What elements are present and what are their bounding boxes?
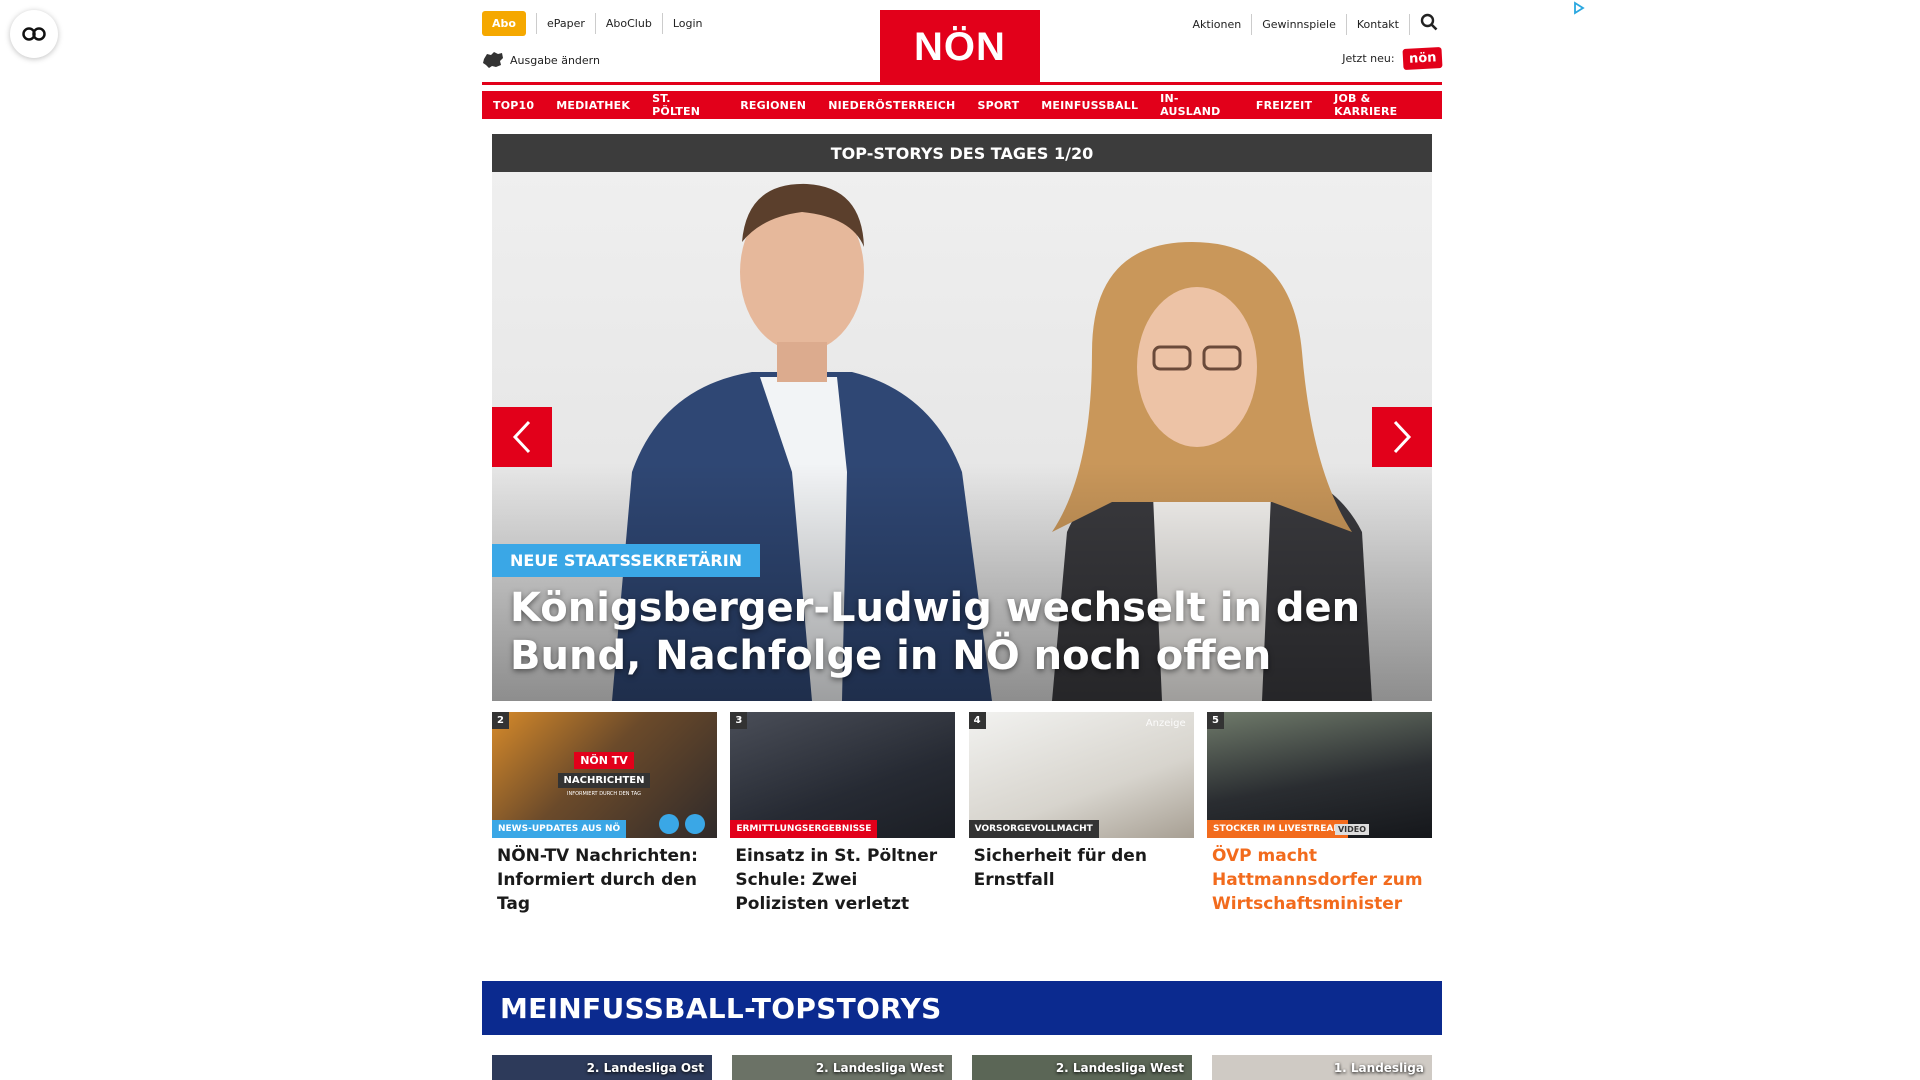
story-image: 5 STOCKER IM LIVESTREAM VIDEO [1206, 712, 1432, 838]
nav-sport[interactable]: SPORT [966, 91, 1031, 119]
story-number: 2 [492, 712, 509, 729]
mf-card-1[interactable]: 2. Landesliga Ost [492, 1055, 712, 1080]
header-right-nav: Aktionen Gewinnspiele Kontakt [1183, 11, 1442, 37]
nav-niederoesterreich[interactable]: NIEDERÖSTERREICH [817, 91, 967, 119]
story-card-5[interactable]: 5 STOCKER IM LIVESTREAM VIDEO ÖVP macht … [1206, 712, 1432, 916]
site-header: Abo ePaper AboClub Login Ausgabe ändern … [482, 0, 1443, 85]
map-icon [483, 52, 503, 68]
chevron-right-icon [1393, 420, 1412, 454]
mf-card-label: 1. Landesliga [1333, 1061, 1424, 1075]
search-icon[interactable] [1410, 11, 1442, 37]
ad-label: Anzeige [1145, 718, 1186, 729]
noen-tv-logo: NÖN TV [574, 752, 634, 769]
chevron-left-icon [512, 420, 531, 454]
aboclub-link[interactable]: AboClub [594, 13, 662, 34]
story-card-4[interactable]: 4 Anzeige VORSORGEVOLLMACHT Sicherheit f… [968, 712, 1194, 916]
abo-button[interactable]: Abo [482, 11, 526, 36]
mf-card-label: 2. Landesliga West [815, 1061, 944, 1075]
slider-prev-button[interactable] [492, 407, 552, 467]
video-badge: VIDEO [1334, 824, 1370, 835]
jetzt-neu-logo: nön [1402, 46, 1443, 71]
play-icon [685, 814, 705, 834]
slider-heading: TOP-STORYS DES TAGES 1/20 [492, 134, 1432, 172]
aktionen-link[interactable]: Aktionen [1183, 13, 1253, 35]
header-divider [482, 82, 1442, 85]
story-title[interactable]: NÖN-TV Nachrichten: Informiert durch den… [492, 838, 717, 916]
story-number: 3 [730, 712, 748, 729]
meinfussball-cards: 2. Landesliga Ost 2. Landesliga West 2. … [492, 1055, 1432, 1080]
story-category: ERMITTLUNGSERGEBNISSE [730, 820, 878, 838]
mf-card-label: 2. Landesliga West [1055, 1061, 1184, 1075]
gewinnspiele-link[interactable]: Gewinnspiele [1252, 13, 1347, 35]
story-title[interactable]: Sicherheit für den Ernstfall [969, 838, 1194, 892]
jetzt-neu[interactable]: Jetzt neu: nön [1342, 46, 1443, 71]
story-category: VORSORGEVOLLMACHT [968, 820, 1099, 838]
ausgabe-label: Ausgabe ändern [510, 53, 600, 67]
gallery-icon [659, 814, 679, 834]
nav-mediathek[interactable]: MEDIATHEK [545, 91, 642, 119]
accessibility-icon [22, 27, 46, 41]
hero-story[interactable]: NEUE STAATSSEKRETÄRIN Königsberger-Ludwi… [492, 172, 1432, 701]
slider-next-button[interactable] [1372, 407, 1432, 467]
story-number: 5 [1206, 712, 1224, 729]
story-category: NEWS-UPDATES AUS NÖ [492, 820, 627, 838]
story-image: 3 ERMITTLUNGSERGEBNISSE [730, 712, 956, 838]
story-card-2[interactable]: NÖN TV NACHRICHTEN INFORMIERT DURCH DEN … [492, 712, 717, 916]
nav-freizeit[interactable]: FREIZEIT [1244, 91, 1324, 119]
story-title[interactable]: Einsatz in St. Pöltner Schule: Zwei Poli… [730, 838, 955, 916]
login-link[interactable]: Login [661, 13, 713, 34]
jetzt-neu-label: Jetzt neu: [1342, 52, 1395, 65]
hero-title[interactable]: Königsberger-Ludwig wechselt in den Bund… [510, 584, 1390, 680]
nav-meinfussball[interactable]: MEINFUSSBALL [1030, 91, 1150, 119]
page-container: Abo ePaper AboClub Login Ausgabe ändern … [482, 0, 1443, 1080]
top-stories-slider: TOP-STORYS DES TAGES 1/20 NEUE STAATSSEK… [492, 134, 1432, 701]
nav-job-karriere[interactable]: JOB & KARRIERE [1323, 91, 1442, 119]
kontakt-link[interactable]: Kontakt [1347, 13, 1410, 35]
story-image: NÖN TV NACHRICHTEN INFORMIERT DURCH DEN … [492, 712, 717, 838]
meinfussball-heading[interactable]: MEINFUSSBALL-TOPSTORYS [482, 981, 1442, 1035]
nav-top10[interactable]: TOP10 [482, 91, 546, 119]
logo-text: NÖN [914, 24, 1006, 69]
nav-st-poelten[interactable]: ST. PÖLTEN [641, 91, 730, 119]
story-title[interactable]: ÖVP macht Hattmannsdorfer zum Wirtschaft… [1207, 838, 1432, 916]
overlay-subtitle: INFORMIERT DURCH DEN TAG [567, 791, 641, 797]
story-image: 4 Anzeige VORSORGEVOLLMACHT [968, 712, 1194, 838]
main-navigation: TOP10 MEDIATHEK ST. PÖLTEN REGIONEN NIED… [482, 91, 1442, 119]
header-left-nav: Abo ePaper AboClub Login [482, 11, 713, 36]
story-number: 4 [968, 712, 986, 729]
story-cards: NÖN TV NACHRICHTEN INFORMIERT DURCH DEN … [492, 712, 1432, 916]
hero-kicker: NEUE STAATSSEKRETÄRIN [492, 544, 761, 577]
accessibility-button[interactable] [10, 10, 58, 58]
mf-card-3[interactable]: 2. Landesliga West [972, 1055, 1192, 1080]
nav-regionen[interactable]: REGIONEN [729, 91, 818, 119]
ad-choices-icon[interactable] [1572, 0, 1586, 19]
overlay-title: NACHRICHTEN [557, 773, 651, 788]
ausgabe-aendern-link[interactable]: Ausgabe ändern [482, 51, 600, 69]
story-category: STOCKER IM LIVESTREAM [1206, 820, 1349, 838]
mf-card-label: 2. Landesliga Ost [586, 1061, 704, 1075]
noen-logo[interactable]: NÖN [880, 10, 1040, 84]
mf-card-2[interactable]: 2. Landesliga West [732, 1055, 952, 1080]
mf-card-4[interactable]: 1. Landesliga [1212, 1055, 1432, 1080]
story-card-3[interactable]: 3 ERMITTLUNGSERGEBNISSE Einsatz in St. P… [730, 712, 956, 916]
nav-in-ausland[interactable]: IN-AUSLAND [1149, 91, 1245, 119]
epaper-link[interactable]: ePaper [535, 13, 595, 34]
